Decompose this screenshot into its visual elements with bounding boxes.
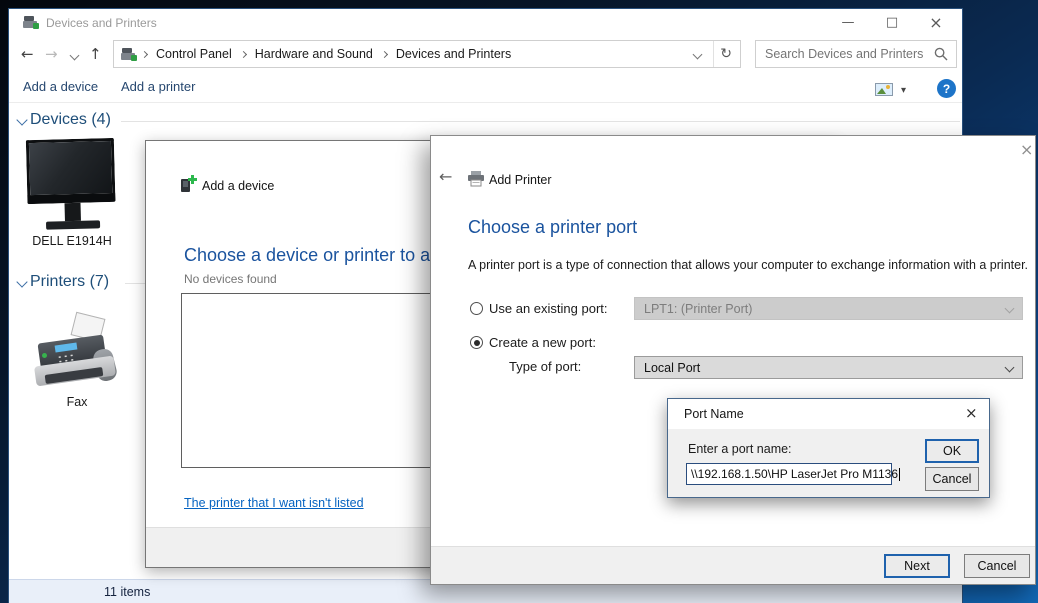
combobox-dropdown-icon <box>1005 304 1015 314</box>
item-count: 11 items <box>104 585 150 599</box>
window-title: Devices and Printers <box>46 16 157 30</box>
forward-icon[interactable]: → <box>45 47 58 62</box>
add-printer-header-title: Add Printer <box>489 173 552 187</box>
cancel-button[interactable]: Cancel <box>964 554 1030 578</box>
combobox-dropdown-icon <box>1005 363 1015 373</box>
search-icon[interactable] <box>934 47 948 61</box>
port-name-title: Port Name <box>684 407 744 421</box>
port-type-combobox[interactable]: Local Port <box>634 356 1023 379</box>
close-button[interactable]: × <box>914 9 958 36</box>
existing-port-value: LPT1: (Printer Port) <box>644 302 752 316</box>
port-name-dialog: Port Name × Enter a port name: \\192.168… <box>667 398 990 498</box>
desktop-background: Devices and Printers — □ × ← → ↑ Control… <box>0 0 1038 603</box>
port-name-value: \\192.168.1.50\HP LaserJet Pro M1136 <box>691 467 898 481</box>
type-of-port-label: Type of port: <box>509 359 581 374</box>
minimize-button[interactable]: — <box>826 9 870 36</box>
printers-group-header[interactable]: Printers (7) <box>30 273 109 291</box>
maximize-button[interactable]: □ <box>870 9 914 36</box>
port-name-cancel-button[interactable]: Cancel <box>925 467 979 491</box>
choose-printer-port-heading: Choose a printer port <box>468 217 637 238</box>
add-device-header-icon <box>180 175 196 193</box>
use-existing-port-label[interactable]: Use an existing port: <box>489 301 608 316</box>
refresh-icon[interactable]: ↻ <box>720 47 732 61</box>
history-dropdown-icon[interactable] <box>70 51 80 61</box>
add-printer-close-icon[interactable]: × <box>1020 142 1033 158</box>
add-device-header-title: Add a device <box>202 179 274 193</box>
add-printer-dialog: × ← Add Printer Choose a printer port A … <box>430 135 1036 585</box>
port-name-close-icon[interactable]: × <box>965 406 978 421</box>
toolbar-add-device[interactable]: Add a device <box>23 79 98 94</box>
printer-not-listed-link[interactable]: The printer that I want isn't listed <box>184 496 364 510</box>
devices-group-rule <box>121 121 960 122</box>
port-type-value: Local Port <box>644 361 700 375</box>
existing-port-combobox: LPT1: (Printer Port) <box>634 297 1023 320</box>
printer-icon <box>467 171 485 187</box>
breadcrumb-hardware-and-sound[interactable]: Hardware and Sound <box>251 47 377 61</box>
minimize-icon: — <box>842 16 855 29</box>
port-name-titlebar: Port Name × <box>668 399 989 429</box>
printer-port-description: A printer port is a type of connection t… <box>468 258 1028 272</box>
enter-port-name-label: Enter a port name: <box>688 442 792 456</box>
address-bar[interactable]: Control Panel Hardware and Sound Devices… <box>113 40 741 68</box>
address-location-icon <box>121 46 137 62</box>
add-device-heading: Choose a device or printer to ad <box>184 245 440 266</box>
search-input[interactable] <box>756 47 934 61</box>
devices-and-printers-icon <box>23 14 39 30</box>
search-box <box>755 40 957 68</box>
view-options-caret-icon[interactable]: ▾ <box>901 86 906 96</box>
breadcrumb-separator-icon <box>141 50 148 57</box>
text-cursor <box>899 468 900 481</box>
address-divider <box>713 41 714 67</box>
maximize-icon: □ <box>886 16 898 29</box>
view-options-icon[interactable] <box>875 83 893 96</box>
add-printer-back-icon[interactable]: ← <box>439 169 452 185</box>
address-dropdown-icon[interactable] <box>693 49 703 59</box>
fax-item-label[interactable]: Fax <box>35 395 119 409</box>
monitor-item-label[interactable]: DELL E1914H <box>25 234 119 248</box>
breadcrumb-devices-and-printers[interactable]: Devices and Printers <box>392 47 515 61</box>
ok-button[interactable]: OK <box>925 439 979 463</box>
toolbar-add-printer[interactable]: Add a printer <box>121 79 195 94</box>
back-icon[interactable]: ← <box>21 47 34 62</box>
toolbar-divider <box>9 102 962 103</box>
breadcrumb-separator-icon <box>381 50 388 57</box>
use-existing-port-radio[interactable] <box>470 302 483 315</box>
devices-group-collapse-icon[interactable] <box>16 114 27 125</box>
port-name-input[interactable]: \\192.168.1.50\HP LaserJet Pro M1136 <box>686 463 892 485</box>
fax-icon[interactable] <box>35 315 119 397</box>
close-icon: × <box>929 15 942 31</box>
breadcrumb-separator-icon <box>240 50 247 57</box>
create-new-port-label[interactable]: Create a new port: <box>489 335 596 350</box>
devices-group-header[interactable]: Devices (4) <box>30 111 111 129</box>
printers-group-collapse-icon[interactable] <box>16 276 27 287</box>
no-devices-found-text: No devices found <box>184 272 277 286</box>
monitor-icon[interactable] <box>24 136 120 232</box>
next-button[interactable]: Next <box>884 554 950 578</box>
help-icon[interactable]: ? <box>937 79 956 98</box>
window-controls: — □ × <box>826 9 958 36</box>
up-icon[interactable]: ↑ <box>89 47 102 62</box>
breadcrumb-control-panel[interactable]: Control Panel <box>152 47 236 61</box>
create-new-port-radio[interactable] <box>470 336 483 349</box>
